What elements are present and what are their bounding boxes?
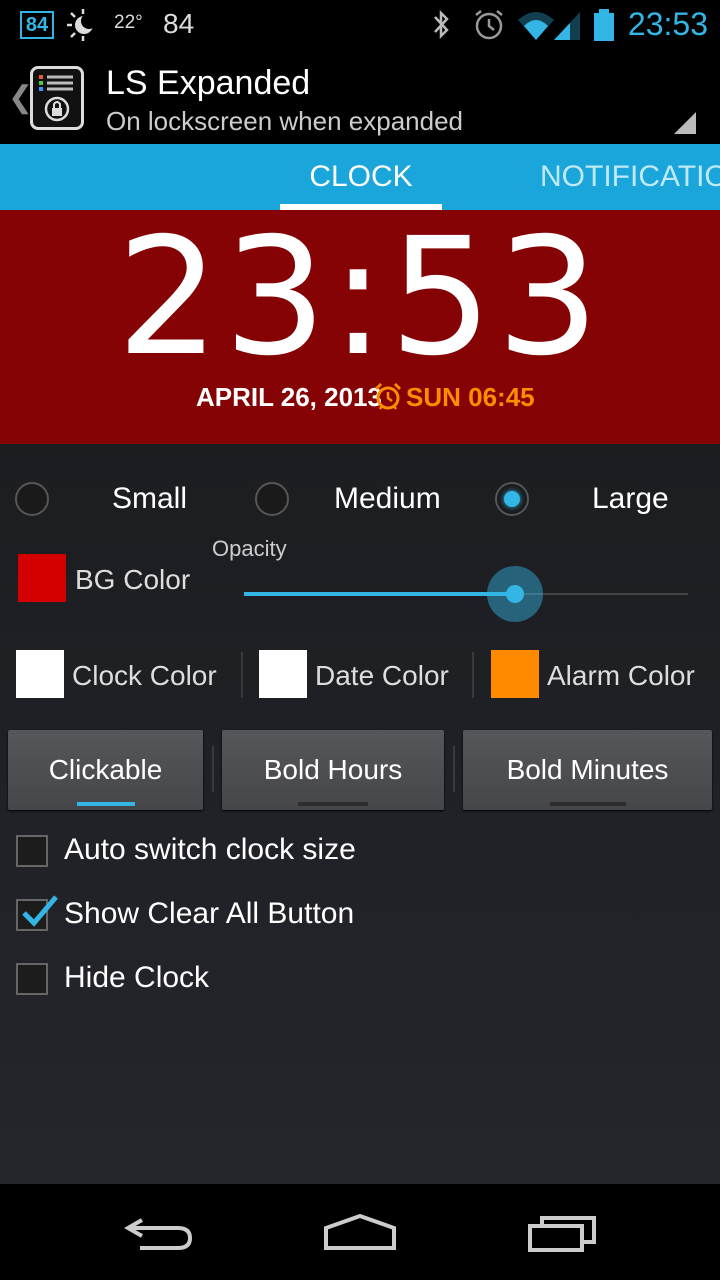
opacity-slider-thumb[interactable]	[486, 566, 543, 622]
clock-preview: 23:53 APRIL 26, 2013 SUN 06:45	[0, 210, 720, 444]
page-title: LS Expanded	[106, 64, 311, 102]
signal-icon	[554, 12, 580, 40]
auto-switch-label[interactable]: Auto switch clock size	[64, 833, 356, 867]
tab-notifications[interactable]: NOTIFICATIO	[540, 144, 720, 210]
alarm-color-swatch[interactable]	[491, 650, 539, 698]
weather-night-icon	[67, 9, 97, 41]
bold-hours-toggle[interactable]: Bold Hours	[222, 730, 444, 810]
wifi-icon	[518, 12, 554, 40]
home-icon[interactable]	[320, 1208, 400, 1258]
radio-medium[interactable]	[255, 482, 289, 516]
tab-bar: CLOCK NOTIFICATIO	[0, 144, 720, 210]
alarm-icon	[475, 10, 503, 40]
navigation-bar	[0, 1184, 720, 1280]
status-bar: 84 22° 84 23:53	[0, 0, 720, 50]
show-clear-all-checkbox[interactable]	[16, 895, 58, 931]
clickable-toggle[interactable]: Clickable	[8, 730, 203, 810]
spinner-corner-icon[interactable]	[674, 112, 696, 134]
bg-color-swatch[interactable]	[18, 554, 66, 602]
toggle-indicator	[549, 802, 626, 806]
radio-medium-label[interactable]: Medium	[334, 482, 441, 516]
bold-minutes-toggle-label: Bold Minutes	[506, 754, 669, 785]
radio-small[interactable]	[15, 482, 49, 516]
alarm-color-label[interactable]: Alarm Color	[547, 660, 695, 692]
app-icon[interactable]	[30, 66, 84, 130]
status-time: 23:53	[627, 6, 708, 42]
bold-hours-toggle-label: Bold Hours	[263, 754, 403, 785]
settings-panel: Small Medium Large BG Color Opacity Cloc…	[0, 444, 720, 1184]
toggle-indicator	[76, 802, 135, 806]
battery-icon	[594, 9, 614, 41]
preview-time: 23:53	[116, 204, 604, 392]
preview-alarm: SUN 06:45	[406, 382, 535, 412]
clock-color-label[interactable]: Clock Color	[72, 660, 217, 692]
date-color-swatch[interactable]	[259, 650, 307, 698]
page-subtitle: On lockscreen when expanded	[106, 106, 464, 136]
clock-color-swatch[interactable]	[16, 650, 64, 698]
clickable-toggle-label: Clickable	[48, 754, 163, 785]
preview-date: APRIL 26, 2013	[196, 382, 382, 412]
tab-clock[interactable]: CLOCK	[280, 144, 442, 210]
radio-large-label[interactable]: Large	[592, 482, 669, 516]
lockscreen-app-icon	[39, 75, 73, 122]
auto-switch-checkbox[interactable]	[16, 835, 48, 867]
hide-clock-checkbox[interactable]	[16, 963, 48, 995]
bg-color-label[interactable]: BG Color	[75, 564, 190, 596]
hide-clock-label[interactable]: Hide Clock	[64, 961, 209, 995]
divider	[212, 746, 214, 792]
temperature-label: 22°	[114, 12, 143, 33]
date-color-label[interactable]: Date Color	[315, 660, 449, 692]
status-number: 84	[163, 8, 195, 39]
radio-small-label[interactable]: Small	[112, 482, 187, 516]
opacity-slider-fill	[244, 592, 515, 596]
check-mark-icon	[22, 895, 58, 927]
divider	[472, 652, 474, 698]
divider	[453, 746, 455, 792]
opacity-label: Opacity	[212, 536, 287, 561]
alarm-clock-icon	[374, 382, 402, 410]
notification-badge: 84	[20, 11, 54, 39]
toggle-indicator	[298, 802, 368, 806]
bold-minutes-toggle[interactable]: Bold Minutes	[463, 730, 712, 810]
divider	[241, 652, 243, 698]
radio-large[interactable]	[495, 482, 529, 516]
bluetooth-icon	[434, 9, 449, 40]
action-bar: ❮ LS Expanded On lockscreen when expande…	[0, 50, 720, 144]
recent-apps-icon[interactable]	[522, 1208, 602, 1258]
show-clear-all-label[interactable]: Show Clear All Button	[64, 897, 354, 931]
back-icon[interactable]	[120, 1208, 200, 1258]
